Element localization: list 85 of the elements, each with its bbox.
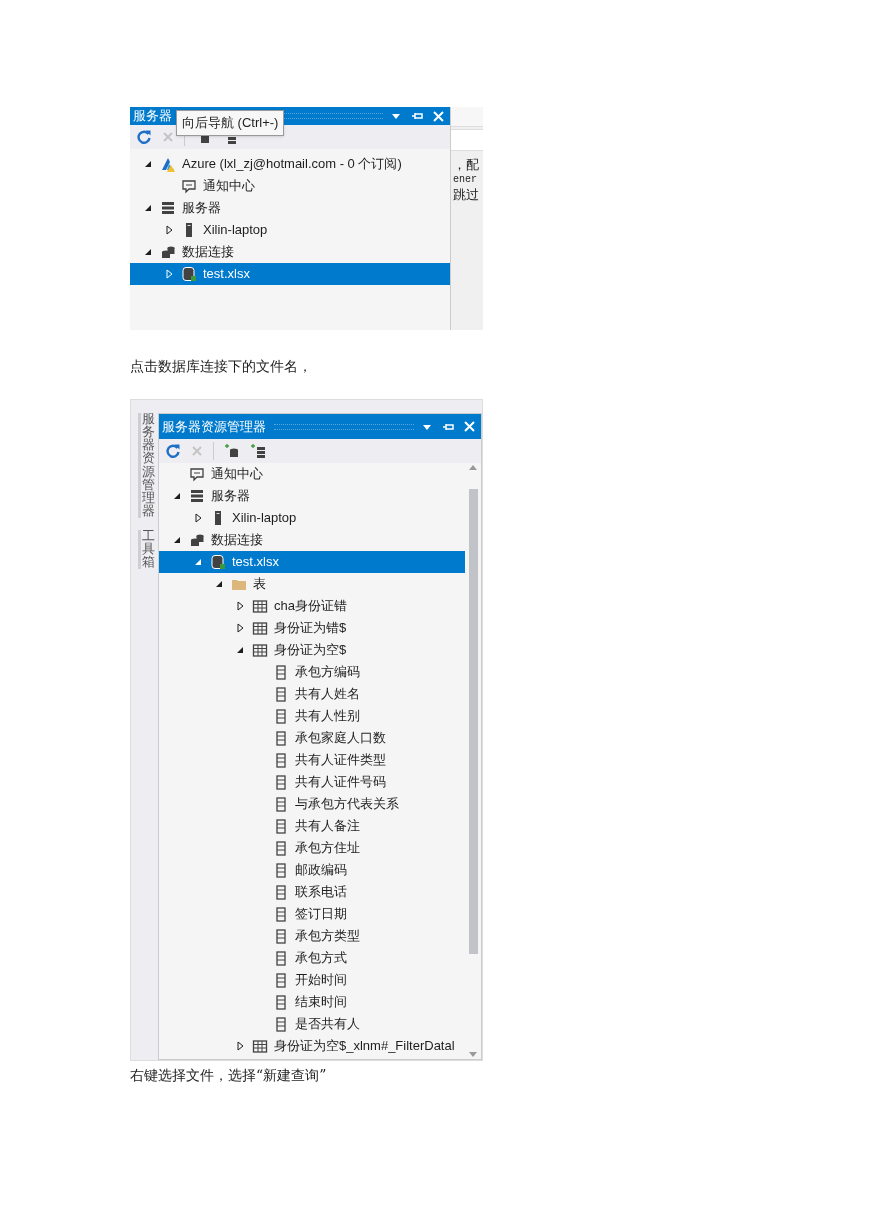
tree-item[interactable]: 承包方编码 (159, 661, 465, 683)
tree-item[interactable]: 服务器 (159, 485, 465, 507)
input-field[interactable] (451, 129, 483, 151)
tree-item[interactable]: 身份证为错$ (159, 617, 465, 639)
tree-item[interactable]: 开始时间 (159, 969, 465, 991)
column-icon (273, 796, 289, 812)
pin-icon[interactable] (442, 421, 454, 432)
collapsed-arrow-icon[interactable] (234, 1040, 246, 1052)
tooltip: 向后导航 (Ctrl+-) (176, 110, 285, 136)
tree-item[interactable]: test.xlsx (159, 551, 465, 573)
tree-item[interactable]: 身份证为空$_xlnm#_FilterDatal (159, 1035, 465, 1057)
text-fragment: ，配 (453, 157, 480, 172)
tree-item[interactable]: 签订日期 (159, 903, 465, 925)
tree-item[interactable]: test.xlsx (130, 263, 450, 285)
tree-item[interactable]: 联系电话 (159, 881, 465, 903)
speech-bubble-icon (181, 178, 197, 194)
tree-item[interactable]: 共有人证件号码 (159, 771, 465, 793)
column-icon (273, 994, 289, 1010)
server-stack-icon (189, 488, 205, 504)
databases-icon (189, 532, 205, 548)
add-database-icon[interactable] (224, 443, 240, 459)
tree-item[interactable]: 表 (159, 573, 465, 595)
databases-icon (160, 244, 176, 260)
table-grid-icon (252, 620, 268, 636)
tree-item[interactable]: 共有人性别 (159, 705, 465, 727)
tree-item[interactable]: 承包方住址 (159, 837, 465, 859)
column-icon (273, 686, 289, 702)
caption-text: 右键选择文件，选择“新建查询” (130, 1066, 328, 1085)
tree-item[interactable]: 共有人姓名 (159, 683, 465, 705)
text-fragment: 跳过 (453, 187, 480, 202)
tree-item[interactable]: 共有人证件类型 (159, 749, 465, 771)
column-icon (273, 664, 289, 680)
tree-item[interactable]: 服务器 (130, 197, 450, 219)
database-icon (210, 554, 226, 570)
column-icon (273, 862, 289, 878)
dropdown-icon[interactable] (391, 111, 401, 121)
tree-item[interactable]: Azure (lxl_zj@hotmail.com - 0 个订阅) (130, 153, 450, 175)
column-icon (273, 928, 289, 944)
column-icon (273, 972, 289, 988)
column-icon (273, 730, 289, 746)
column-icon (273, 1016, 289, 1032)
window-title: 服务器 (132, 107, 172, 126)
table-grid-icon (252, 598, 268, 614)
database-icon (181, 266, 197, 282)
tree-item[interactable]: 数据连接 (159, 529, 465, 551)
azure-warning-icon (160, 156, 176, 172)
tree-item[interactable]: 承包方类型 (159, 925, 465, 947)
tree-item[interactable]: 与承包方代表关系 (159, 793, 465, 815)
column-icon (273, 884, 289, 900)
table-grid-icon (252, 1038, 268, 1054)
tree-item[interactable]: Xilin-laptop (159, 507, 465, 529)
collapsed-arrow-icon[interactable] (234, 622, 246, 634)
refresh-icon[interactable] (136, 129, 152, 145)
pin-icon[interactable] (411, 111, 423, 121)
tree-item[interactable]: Xilin-laptop (130, 219, 450, 241)
column-icon (273, 906, 289, 922)
tree-item[interactable]: 承包方式 (159, 947, 465, 969)
column-icon (273, 840, 289, 856)
column-icon (273, 752, 289, 768)
tree-item[interactable]: 身份证为空$ (159, 639, 465, 661)
tree-item[interactable]: cha身份证错 (159, 595, 465, 617)
tree-item[interactable]: 承包家庭人口数 (159, 727, 465, 749)
column-icon (273, 774, 289, 790)
collapsed-arrow-icon[interactable] (234, 600, 246, 612)
tree-item[interactable]: 邮政编码 (159, 859, 465, 881)
tree-item[interactable]: 是否共有人 (159, 1013, 465, 1035)
add-server-icon[interactable] (250, 443, 266, 459)
tree-item[interactable]: 通知中心 (159, 463, 465, 485)
speech-bubble-icon (189, 466, 205, 482)
tree-item[interactable]: 数据连接 (130, 241, 450, 263)
collapsed-arrow-icon[interactable] (163, 224, 175, 236)
tree-item[interactable]: 结束时间 (159, 991, 465, 1013)
column-icon (273, 708, 289, 724)
refresh-icon[interactable] (165, 443, 181, 459)
column-icon (273, 818, 289, 834)
tree-item[interactable]: 通知中心 (130, 175, 450, 197)
scroll-down-icon[interactable] (468, 1049, 478, 1059)
server-stack-icon (160, 200, 176, 216)
table-grid-icon (252, 642, 268, 658)
text-fragment: ener (453, 173, 478, 187)
caption-text: 点击数据库连接下的文件名， (130, 357, 313, 376)
column-icon (273, 950, 289, 966)
collapsed-arrow-icon[interactable] (192, 512, 204, 524)
tree-item[interactable]: 共有人备注 (159, 815, 465, 837)
window-title: 服务器资源管理器 (161, 417, 266, 436)
